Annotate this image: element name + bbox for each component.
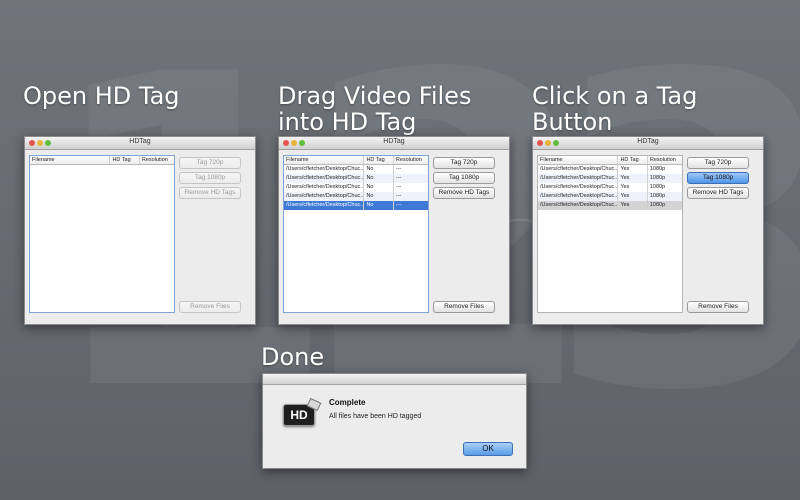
hd-app-icon: HD <box>283 397 322 426</box>
hdtag-window-empty: HDTag Filename HD Tag Resolution Tag 720… <box>24 136 256 325</box>
tag-1080p-button[interactable]: Tag 1080p <box>687 172 749 184</box>
remove-hd-tags-button[interactable]: Remove HD Tags <box>179 187 241 199</box>
tag-720p-button[interactable]: Tag 720p <box>433 157 495 169</box>
table-row[interactable]: /Users/cfletcher/Desktop/Chuc... No --- <box>284 174 428 183</box>
column-hd-tag[interactable]: HD Tag <box>364 156 394 164</box>
step-2-title: Drag Video Files into HD Tag <box>278 82 472 136</box>
cell-filename: /Users/cfletcher/Desktop/Chuc... <box>540 201 619 210</box>
cell-hd-tag: Yes <box>618 192 648 201</box>
column-filename[interactable]: Filename <box>538 156 619 164</box>
tag-icon <box>306 397 322 412</box>
cell-filename: /Users/cfletcher/Desktop/Chuc... <box>540 192 619 201</box>
cell-hd-tag: Yes <box>618 183 648 192</box>
cell-filename: /Users/cfletcher/Desktop/Chuc... <box>540 165 619 174</box>
window-title: HDTag <box>129 138 151 145</box>
window-title: HDTag <box>383 138 405 145</box>
file-table[interactable]: Filename HD Tag Resolution /Users/cfletc… <box>537 155 683 313</box>
cell-filename: /Users/cfletcher/Desktop/Chuc... <box>286 201 365 210</box>
tag-720p-button[interactable]: Tag 720p <box>179 157 241 169</box>
table-row[interactable]: /Users/cfletcher/Desktop/Chuc... Yes 108… <box>538 183 682 192</box>
remove-files-button[interactable]: Remove Files <box>179 301 241 313</box>
cell-resolution: --- <box>395 166 402 172</box>
step-3-title: Click on a Tag Button <box>532 82 698 136</box>
table-row[interactable]: /Users/cfletcher/Desktop/Chuc... Yes 108… <box>538 192 682 201</box>
cell-resolution: 1080p <box>649 175 666 181</box>
cell-hd-tag: Yes <box>618 201 648 210</box>
column-hd-tag[interactable]: HD Tag <box>110 156 140 164</box>
remove-files-button[interactable]: Remove Files <box>433 301 495 313</box>
table-header: Filename HD Tag Resolution <box>284 156 428 165</box>
cell-filename: /Users/cfletcher/Desktop/Chuc... <box>286 174 365 183</box>
dialog-titlebar <box>263 374 526 385</box>
column-filename[interactable]: Filename <box>30 156 111 164</box>
cell-hd-tag: No <box>364 201 394 210</box>
dialog-title: Complete <box>329 398 366 407</box>
cell-resolution: --- <box>395 175 402 181</box>
cell-hd-tag: No <box>364 192 394 201</box>
table-row[interactable]: /Users/cfletcher/Desktop/Chuc... No --- <box>284 192 428 201</box>
dialog-message: All files have been HD tagged <box>329 413 422 420</box>
column-filename[interactable]: Filename <box>284 156 365 164</box>
cell-resolution: --- <box>395 184 402 190</box>
cell-hd-tag: No <box>364 165 394 174</box>
table-row[interactable]: /Users/cfletcher/Desktop/Chuc... No --- <box>284 183 428 192</box>
cell-resolution: --- <box>395 193 402 199</box>
table-row[interactable]: /Users/cfletcher/Desktop/Chuc... Yes 108… <box>538 165 682 174</box>
tag-1080p-button[interactable]: Tag 1080p <box>433 172 495 184</box>
cell-resolution: --- <box>395 202 402 208</box>
cell-resolution: 1080p <box>649 184 666 190</box>
cell-hd-tag: No <box>364 174 394 183</box>
remove-files-button[interactable]: Remove Files <box>687 301 749 313</box>
table-header: Filename HD Tag Resolution <box>538 156 682 165</box>
remove-hd-tags-button[interactable]: Remove HD Tags <box>687 187 749 199</box>
cell-hd-tag: Yes <box>618 165 648 174</box>
cell-hd-tag: No <box>364 183 394 192</box>
table-row-selected[interactable]: /Users/cfletcher/Desktop/Chuc... Yes 108… <box>538 201 682 210</box>
window-titlebar[interactable]: HDTag <box>279 137 509 150</box>
column-resolution[interactable]: Resolution <box>394 156 428 164</box>
cell-filename: /Users/cfletcher/Desktop/Chuc... <box>286 183 365 192</box>
window-titlebar[interactable]: HDTag <box>25 137 255 150</box>
table-row[interactable]: /Users/cfletcher/Desktop/Chuc... No --- <box>284 165 428 174</box>
cell-resolution: 1080p <box>649 193 666 199</box>
cell-filename: /Users/cfletcher/Desktop/Chuc... <box>540 174 619 183</box>
column-hd-tag[interactable]: HD Tag <box>618 156 648 164</box>
cell-filename: /Users/cfletcher/Desktop/Chuc... <box>540 183 619 192</box>
cell-filename: /Users/cfletcher/Desktop/Chuc... <box>286 165 365 174</box>
remove-hd-tags-button[interactable]: Remove HD Tags <box>433 187 495 199</box>
complete-dialog: HD Complete All files have been HD tagge… <box>262 373 527 469</box>
tag-720p-button[interactable]: Tag 720p <box>687 157 749 169</box>
hd-icon-label: HD <box>290 408 308 422</box>
cell-resolution: 1080p <box>649 202 666 208</box>
file-table[interactable]: Filename HD Tag Resolution /Users/cfletc… <box>283 155 429 313</box>
table-row-selected[interactable]: /Users/cfletcher/Desktop/Chuc... No --- <box>284 201 428 210</box>
table-header: Filename HD Tag Resolution <box>30 156 174 165</box>
step-1-title: Open HD Tag <box>23 82 180 110</box>
table-row[interactable]: /Users/cfletcher/Desktop/Chuc... Yes 108… <box>538 174 682 183</box>
hdtag-window-files-added: HDTag Filename HD Tag Resolution /Users/… <box>278 136 510 325</box>
column-resolution[interactable]: Resolution <box>648 156 682 164</box>
window-title: HDTag <box>637 138 659 145</box>
file-table[interactable]: Filename HD Tag Resolution <box>29 155 175 313</box>
tag-1080p-button[interactable]: Tag 1080p <box>179 172 241 184</box>
ok-button[interactable]: OK <box>463 442 513 456</box>
column-resolution[interactable]: Resolution <box>140 156 174 164</box>
cell-hd-tag: Yes <box>618 174 648 183</box>
step-4-title: Done <box>261 343 325 371</box>
window-titlebar[interactable]: HDTag <box>533 137 763 150</box>
cell-filename: /Users/cfletcher/Desktop/Chuc... <box>286 192 365 201</box>
hdtag-window-tagged: HDTag Filename HD Tag Resolution /Users/… <box>532 136 764 325</box>
cell-resolution: 1080p <box>649 166 666 172</box>
